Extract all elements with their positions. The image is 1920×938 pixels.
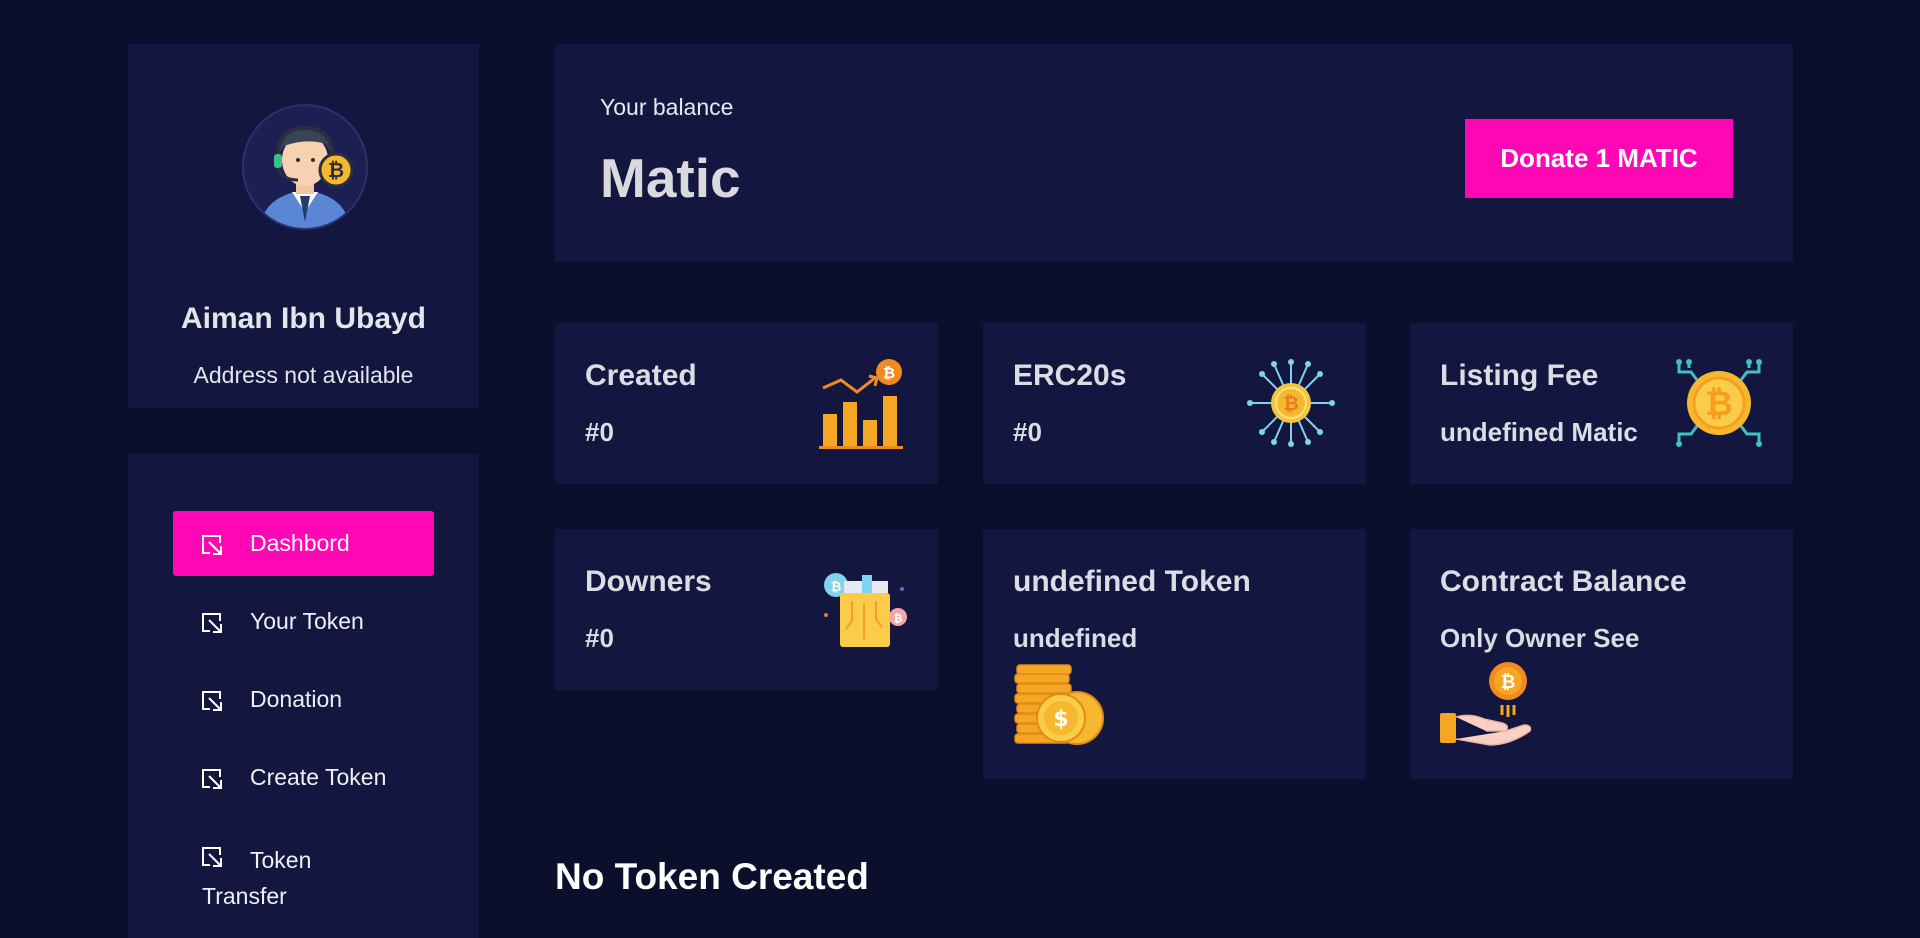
sidebar-nav: Dashbord Your Token Donation Create Toke… (128, 454, 479, 938)
svg-text:₿: ₿ (1501, 672, 1516, 693)
arrow-down-right-square-icon (202, 535, 222, 555)
stat-value: undefined (1013, 623, 1138, 653)
crypto-wallet-icon: ₿ ₿ (824, 573, 907, 647)
balance-card: Your balance Matic Donate 1 MATIC (555, 44, 1793, 262)
sidebar-item-label: Token Transfer (202, 847, 312, 909)
sidebar-item-label: Donation (250, 686, 343, 712)
sidebar-item-label: Dashbord (250, 530, 350, 556)
svg-text:₿: ₿ (894, 612, 903, 625)
stat-card-token: undefined Token undefined $ (983, 529, 1366, 779)
stat-card-erc20s: ERC20s #0 ₿ (983, 323, 1366, 484)
svg-text:₿: ₿ (1705, 384, 1733, 424)
balance-value: Matic (600, 147, 741, 209)
stat-value: #0 (1013, 417, 1042, 447)
svg-text:₿: ₿ (1283, 393, 1298, 415)
stat-title: undefined Token (1013, 565, 1251, 598)
svg-text:₿: ₿ (831, 580, 842, 595)
svg-text:$: $ (1053, 707, 1068, 732)
sidebar-item-label: Create Token (250, 764, 387, 790)
arrow-down-right-square-icon (202, 691, 222, 711)
arrow-down-right-square-icon (202, 613, 222, 633)
sidebar-item-token-transfer[interactable]: Token Transfer (173, 823, 434, 913)
stat-card-listing-fee: Listing Fee undefined Matic ₿ (1410, 323, 1793, 484)
stat-value: Only Owner See (1440, 623, 1640, 653)
profile-name: Aiman Ibn Ubayd (180, 302, 427, 335)
stat-value: #0 (585, 623, 614, 653)
sidebar-item-create-token[interactable]: Create Token (173, 745, 434, 810)
bar-chart-bitcoin-icon: ₿ (819, 359, 903, 449)
arrow-down-right-square-icon (202, 769, 222, 789)
stat-title: Created (585, 359, 697, 392)
coin-stack-icon: $ (1014, 664, 1104, 745)
stat-card-contract-balance: Contract Balance Only Owner See ₿ (1410, 529, 1793, 779)
stat-value: #0 (585, 417, 614, 447)
bitcoin-circuit-icon: ₿ (1676, 359, 1762, 447)
stat-title: Contract Balance (1440, 565, 1687, 598)
balance-label: Your balance (600, 94, 734, 120)
empty-state-heading: No Token Created (555, 856, 869, 897)
sidebar-item-dashboard[interactable]: Dashbord (173, 511, 434, 576)
wallet-address: Address not available (193, 362, 414, 388)
donate-button[interactable]: Donate 1 MATIC (1465, 119, 1733, 198)
sidebar-item-donation[interactable]: Donation (173, 667, 434, 732)
avatar: ₿ (242, 104, 368, 230)
stat-card-downers: Downers #0 ₿ ₿ (555, 529, 938, 690)
svg-text:₿: ₿ (883, 364, 895, 382)
stat-card-created: Created #0 ₿ (555, 323, 938, 484)
hand-coin-icon: ₿ (1440, 662, 1532, 746)
stat-value: undefined Matic (1440, 417, 1638, 447)
bitcoin-network-icon: ₿ (1247, 359, 1335, 447)
sidebar-item-label: Your Token (250, 608, 364, 634)
profile-card: ₿ Aiman Ibn Ubayd Address not available (128, 44, 479, 408)
stat-title: Listing Fee (1440, 359, 1599, 392)
stat-title: ERC20s (1013, 359, 1127, 392)
svg-text:₿: ₿ (328, 158, 344, 182)
sidebar-item-your-token[interactable]: Your Token (173, 589, 434, 654)
stat-title: Downers (585, 565, 712, 598)
